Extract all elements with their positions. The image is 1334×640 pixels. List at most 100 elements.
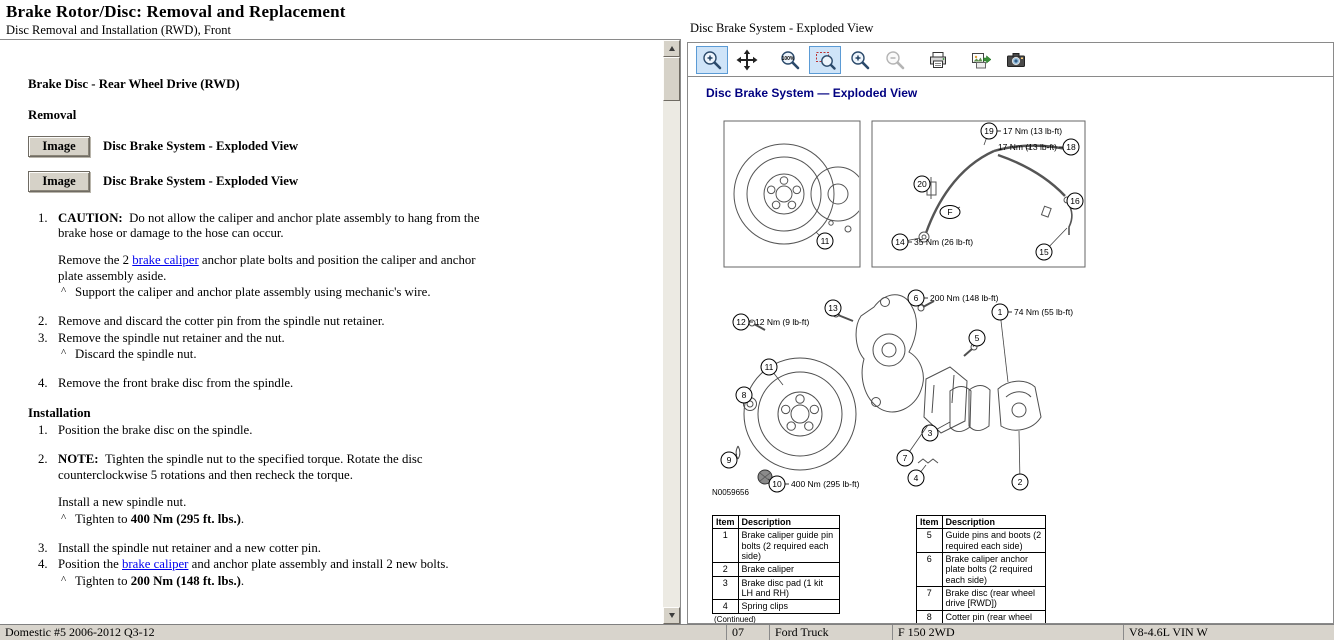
step-number: 2. [28,452,58,526]
table-row: 6Brake caliper anchor plate bolts (2 req… [917,553,1046,587]
page-header: Brake Rotor/Disc: Removal and Replacemen… [0,0,681,40]
status-bar: Domestic #5 2006-2012 Q3-1207Ford TruckF… [0,624,1334,640]
illustration-content: Disc Brake System — Exploded View [688,77,1333,623]
svg-text:11: 11 [765,362,774,372]
callout-F: F [940,206,960,219]
item-description: Brake caliper [738,563,839,576]
svg-text:35 Nm (26 lb-ft): 35 Nm (26 lb-ft) [914,237,973,247]
callout-20: 20 [914,176,930,192]
zoom-in-tool-icon[interactable] [696,46,728,74]
item-description: Guide pins and boots (2 required each si… [942,529,1045,553]
item-number: 8 [917,610,943,623]
step-body: Remove the front brake disc from the spi… [58,376,503,391]
image-link-rows: ImageDisc Brake System - Exploded ViewIm… [28,136,651,192]
item-description: Brake disc pad (1 kit LH and RH) [738,576,839,600]
caret-bullet-icon: ^ [58,285,75,300]
svg-text:20: 20 [917,179,927,189]
callout-2: 2 [1012,431,1028,490]
svg-text:8: 8 [742,390,747,400]
item-number: 3 [713,576,739,600]
svg-text:9: 9 [727,455,732,465]
table-row: 4Spring clips [713,600,840,613]
step-number: 4. [28,557,58,589]
svg-text:10: 10 [772,479,782,489]
status-cell: Ford Truck [770,625,893,640]
procedure-step: 2.NOTE: Tighten the spindle nut to the s… [28,452,651,526]
svg-text:17 Nm (13 lb-ft): 17 Nm (13 lb-ft) [1003,126,1062,136]
svg-text:6: 6 [914,293,919,303]
brake-caliper-link[interactable]: brake caliper [132,253,198,267]
step-body: Position the brake disc on the spindle. [58,423,503,438]
procedure-step: 4.Position the brake caliper and anchor … [28,557,651,589]
table-row: 7Brake disc (rear wheel drive [RWD]) [917,587,1046,611]
pan-tool-icon[interactable] [731,46,763,74]
image-button[interactable]: Image [28,136,90,157]
table-header: Description [738,516,839,529]
callout-5: 5 [969,330,985,347]
procedure-step: 1.CAUTION: Do not allow the caliper and … [28,211,651,301]
parts-table: ItemDescription5Guide pins and boots (2 … [916,515,1046,623]
step-body: Remove the spindle nut retainer and the … [58,331,503,363]
svg-text:14: 14 [895,237,905,247]
step-body: NOTE: Tighten the spindle nut to the spe… [58,452,503,526]
procedure-content: Brake Disc - Rear Wheel Drive (RWD) Remo… [0,40,663,624]
procedure-step: 4.Remove the front brake disc from the s… [28,376,651,391]
callout-10: 10 400 Nm (295 lb-ft) [768,476,860,492]
image-button[interactable]: Image [28,171,90,192]
zoom-100-icon[interactable]: 100% [774,46,806,74]
item-number: 7 [917,587,943,611]
copy-image-icon[interactable] [965,46,997,74]
svg-text:400 Nm (295 lb-ft): 400 Nm (295 lb-ft) [791,479,860,489]
callout-9: 9 [721,452,737,468]
up-arrow-icon [669,46,675,51]
zoom-in-step-icon[interactable] [844,46,876,74]
exploded-view-diagram: N0059656 1917 Nm (13 lb-ft)1817 Nm (13 l… [688,107,1333,499]
item-number: 6 [917,553,943,587]
svg-text:4: 4 [914,473,919,483]
illustration-panel: 100% Disc Brake System — Exploded View [687,42,1334,624]
image-settings-icon[interactable] [1000,46,1032,74]
table-row: 1Brake caliper guide pin bolts (2 requir… [713,529,840,563]
step-body: Remove and discard the cotter pin from t… [58,314,503,329]
procedure-step: 3.Install the spindle nut retainer and a… [28,541,651,556]
svg-text:74 Nm (55 lb-ft): 74 Nm (55 lb-ft) [1014,307,1073,317]
callout-11: 11 [816,232,833,249]
brake-caliper-link[interactable]: brake caliper [122,557,188,571]
svg-text:18: 18 [1066,142,1076,152]
table-continued-note: (Continued) [712,614,840,623]
step-body: Install the spindle nut retainer and a n… [58,541,503,556]
parts-table-1: ItemDescription1Brake caliper guide pin … [712,515,840,623]
svg-text:13: 13 [828,303,838,313]
svg-text:19: 19 [984,126,994,136]
image-caption: Disc Brake System - Exploded View [103,174,298,189]
image-code: N0059656 [712,488,749,497]
svg-text:1: 1 [998,307,1003,317]
page-subtitle: Disc Removal and Installation (RWD), Fro… [6,23,681,38]
svg-text:2: 2 [1018,477,1023,487]
svg-text:200 Nm (148 lb-ft): 200 Nm (148 lb-ft) [930,293,999,303]
print-icon[interactable] [922,46,954,74]
status-cell: F 150 2WD [893,625,1124,640]
step-number: 2. [28,314,58,329]
item-description: Brake disc (rear wheel drive [RWD]) [942,587,1045,611]
table-header: Description [942,516,1045,529]
svg-text:7: 7 [903,453,908,463]
svg-text:16: 16 [1070,196,1080,206]
callout-16: 16 [1067,193,1083,209]
status-cell: 07 [727,625,770,640]
diagram-title: Disc Brake System — Exploded View [706,86,917,100]
svg-text:17 Nm (13 lb-ft): 17 Nm (13 lb-ft) [998,142,1057,152]
step-body: Position the brake caliper and anchor pl… [58,557,503,589]
left-scrollbar[interactable] [663,40,680,624]
image-link-row: Image Disc Brake System - Exploded View [28,171,651,192]
scroll-down-button[interactable] [663,607,680,624]
down-arrow-icon [669,613,675,618]
table-row: 8Cotter pin (rear wheel drive [RWD]) [917,610,1046,623]
zoom-region-icon[interactable] [809,46,841,74]
callout-12: 1212 Nm (9 lb-ft) [733,314,809,330]
step-number: 3. [28,541,58,556]
item-description: Spring clips [738,600,839,613]
scroll-up-button[interactable] [663,40,680,57]
table-row: 5Guide pins and boots (2 required each s… [917,529,1046,553]
scrollbar-thumb[interactable] [663,57,680,101]
